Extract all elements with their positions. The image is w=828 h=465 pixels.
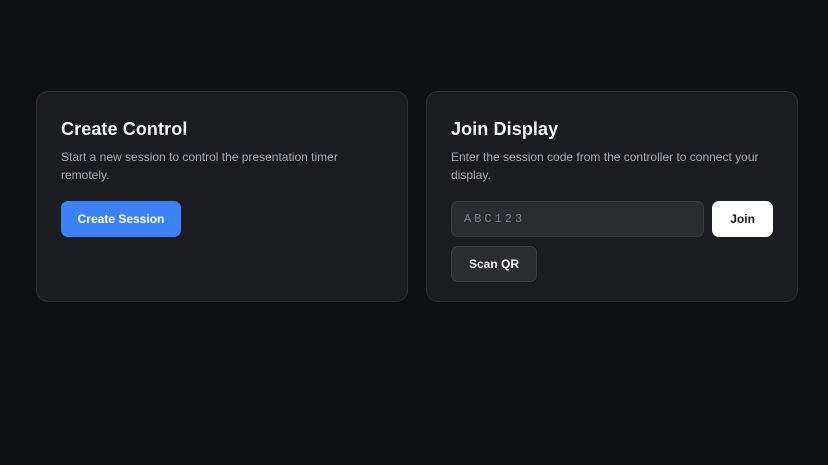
- join-display-title: Join Display: [451, 119, 559, 139]
- create-control-title: Create Control: [61, 119, 188, 139]
- session-code-input[interactable]: [451, 201, 705, 237]
- create-control-description: Start a new session to control the prese…: [61, 150, 338, 182]
- join-display-card: Join Display Enter the session code from…: [426, 91, 798, 302]
- create-control-card: Create Control Start a new session to co…: [36, 91, 408, 302]
- join-button[interactable]: Join: [712, 201, 773, 237]
- page: Create Control Start a new session to co…: [0, 0, 828, 465]
- join-row: Join: [451, 201, 773, 237]
- create-session-button[interactable]: Create Session: [61, 201, 181, 237]
- join-display-description: Enter the session code from the controll…: [451, 150, 759, 182]
- scan-qr-button[interactable]: Scan QR: [451, 246, 537, 282]
